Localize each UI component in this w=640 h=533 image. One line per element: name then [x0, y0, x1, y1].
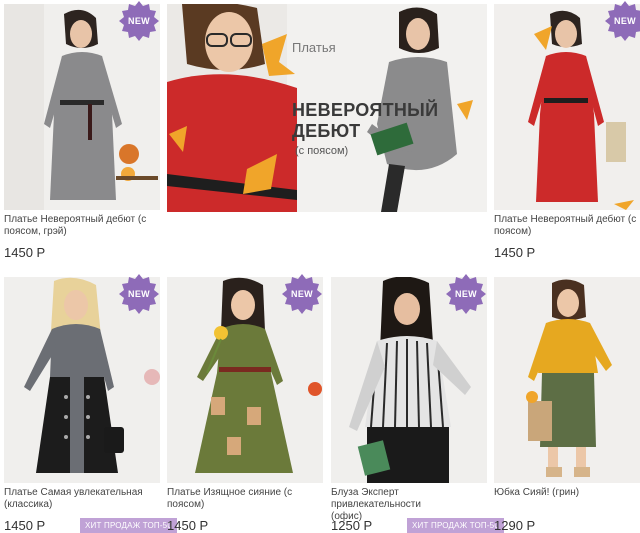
product-title-line2[interactable]: поясом) [167, 499, 323, 511]
product-card-4[interactable]: NEW Платье Изящное сияние (с поясом) 145… [167, 274, 323, 533]
product-title-line2[interactable]: поясом) [494, 226, 640, 238]
banner-headline-line1: НЕВЕРОЯТНЫЙ [292, 100, 439, 120]
new-badge: NEW [281, 273, 323, 315]
new-badge: NEW [118, 0, 160, 42]
product-price: 1450 Р [4, 518, 46, 533]
product-price: 1450 Р [494, 245, 536, 260]
product-title-line1[interactable]: Платье Самая увлекательная [4, 487, 160, 499]
banner-category: Платья [292, 40, 336, 55]
product-title-line1[interactable]: Юбка Сияй! (грин) [494, 487, 640, 499]
product-title-line1[interactable]: Платье Невероятный дебют (с [494, 214, 640, 226]
product-price: 1450 Р [4, 245, 46, 260]
badge-text: NEW [455, 289, 477, 299]
product-title[interactable]: Платье Изящное сияние (с поясом) [167, 487, 323, 511]
banner-headline-line2: ДЕБЮТ [292, 121, 361, 141]
product-card-6[interactable]: Юбка Сияй! (грин) 1290 Р [494, 277, 640, 533]
banner-subtitle: (с поясом) [295, 145, 349, 157]
product-title-line1[interactable]: Платье Невероятный дебют (с [4, 214, 160, 226]
product-title-line2[interactable]: поясом, грэй) [4, 226, 160, 238]
product-title[interactable]: Платье Невероятный дебют (с поясом, грэй… [4, 214, 160, 238]
new-badge: NEW [604, 0, 640, 42]
product-title-line1[interactable]: Платье Изящное сияние (с [167, 487, 323, 499]
badge-text: NEW [614, 16, 636, 26]
product-card-3[interactable]: NEW Платье Самая увлекательная (классика… [4, 274, 177, 533]
product-title-line2[interactable]: (классика) [4, 499, 160, 511]
banner-headline: НЕВЕРОЯТНЫЙ ДЕБЮТ [292, 100, 438, 142]
hit-tag: ХИТ ПРОДАЖ ТОП-50 [80, 518, 177, 533]
product-card-5[interactable]: NEW Блуза Эксперт привлекательности (офи… [331, 274, 504, 533]
product-price: 1290 Р [494, 518, 536, 533]
hit-tag: ХИТ ПРОДАЖ ТОП-50 [407, 518, 504, 533]
product-title[interactable]: Платье Самая увлекательная (классика) [4, 487, 160, 511]
badge-text: NEW [128, 289, 150, 299]
badge-text: NEW [291, 289, 313, 299]
model-photo-green-skirt [494, 277, 640, 483]
new-badge: NEW [118, 273, 160, 315]
new-badge: NEW [445, 273, 487, 315]
product-title[interactable]: Платье Невероятный дебют (с поясом) [494, 214, 640, 238]
product-card-1[interactable]: NEW Платье Невероятный дебют (с поясом, … [4, 1, 160, 266]
product-title[interactable]: Юбка Сияй! (грин) [494, 487, 640, 499]
product-card-2[interactable]: NEW Платье Невероятный дебют (с поясом) … [494, 1, 640, 266]
badge-text: NEW [128, 16, 150, 26]
product-price: 1250 Р [331, 518, 373, 533]
product-photo[interactable] [494, 277, 640, 483]
product-price: 1450 Р [167, 518, 209, 533]
product-title-line1[interactable]: Блуза Эксперт привлекательности [331, 487, 487, 511]
promo-banner[interactable]: Платья НЕВЕРОЯТНЫЙ ДЕБЮТ (с поясом) [167, 4, 487, 212]
